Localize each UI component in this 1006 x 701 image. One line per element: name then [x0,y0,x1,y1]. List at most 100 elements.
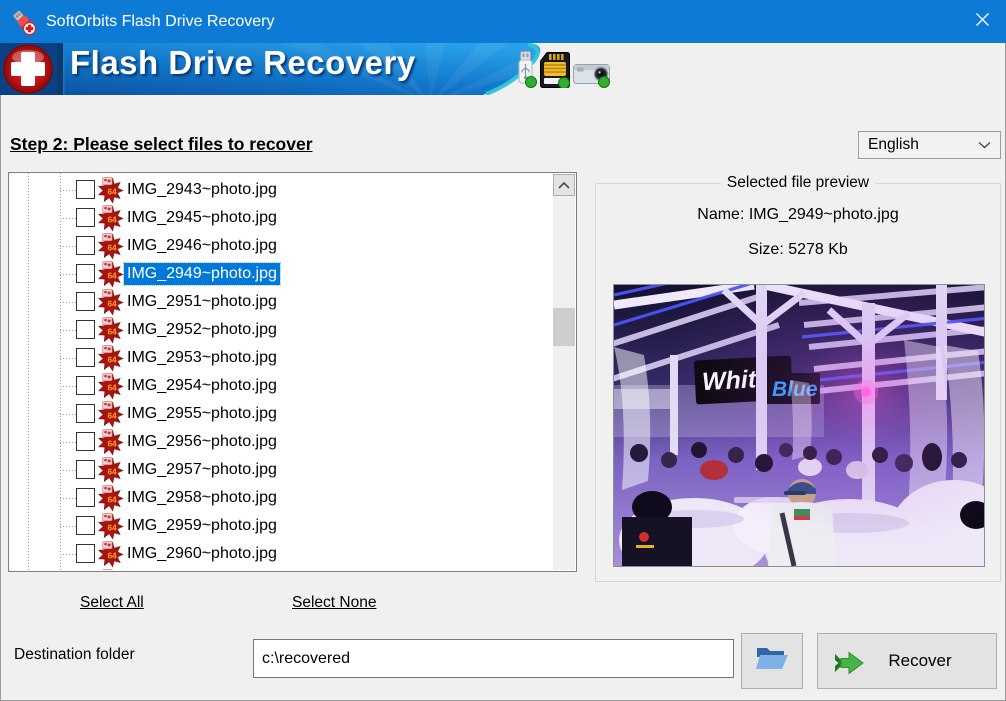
file-row[interactable]: 64 IMG_2954~photo.jpg [9,373,553,401]
svg-text:64: 64 [107,326,117,336]
file-name: IMG_2955~photo.jpg [124,403,280,425]
vertical-scrollbar[interactable] [553,174,575,570]
file-name: IMG_2956~photo.jpg [124,431,280,453]
jpg-file-icon: 64 [97,205,124,232]
file-row-partial[interactable]: 64 [9,569,553,570]
svg-text:64: 64 [107,550,117,560]
file-row[interactable]: 64 IMG_2946~photo.jpg [9,233,553,261]
file-name: IMG_2954~photo.jpg [124,375,280,397]
file-checkbox[interactable] [76,460,95,479]
file-row[interactable]: 64 IMG_2949~photo.jpg [9,261,553,289]
window-title: SoftOrbits Flash Drive Recovery [46,13,275,31]
tree-connector [60,498,77,499]
file-row[interactable]: 64 IMG_2953~photo.jpg [9,345,553,373]
file-name: IMG_2953~photo.jpg [124,347,280,369]
jpg-file-icon: 64 [97,317,124,344]
destination-folder-input[interactable] [253,639,734,678]
file-row[interactable]: 64 IMG_2945~photo.jpg [9,205,553,233]
svg-text:64: 64 [107,354,117,364]
file-name: IMG_2949~photo.jpg [124,263,280,285]
file-checkbox[interactable] [76,208,95,227]
jpg-file-icon: 64 [97,485,124,512]
file-row[interactable]: 64 IMG_2959~photo.jpg [9,513,553,541]
close-icon [975,12,990,32]
file-name: IMG_2959~photo.jpg [124,515,280,537]
file-row[interactable]: 64 IMG_2960~photo.jpg [9,541,553,569]
file-checkbox[interactable] [76,516,95,535]
jpg-file-icon: 64 [97,233,124,260]
usb-drive-app-icon [10,8,38,36]
file-name: IMG_2945~photo.jpg [124,207,280,229]
language-selected-value: English [868,136,978,154]
file-checkbox[interactable] [76,180,95,199]
tree-connector [60,218,77,219]
file-checkbox[interactable] [76,432,95,451]
file-tree-list[interactable]: 64 IMG_2943~photo.jpg 64 IMG_2945~ [8,172,577,572]
tree-connector [60,386,77,387]
camera-icon [573,60,611,93]
jpg-file-icon: 64 [97,401,124,428]
tree-connector [60,358,77,359]
scroll-up-button[interactable] [553,174,575,196]
file-name: IMG_2960~photo.jpg [124,543,280,565]
recover-arrow-icon [832,650,864,681]
usb-stick-icon [514,51,537,93]
step-heading: Step 2: Please select files to recover [10,134,313,155]
file-row[interactable]: 64 IMG_2955~photo.jpg [9,401,553,429]
tree-connector [60,190,77,191]
close-button[interactable] [958,0,1006,43]
file-row[interactable]: 64 IMG_2952~photo.jpg [9,317,553,345]
preview-group-title: Selected file preview [721,174,875,192]
file-checkbox[interactable] [76,404,95,423]
svg-text:64: 64 [107,410,117,420]
svg-text:64: 64 [107,382,117,392]
file-checkbox[interactable] [76,544,95,563]
file-checkbox[interactable] [76,292,95,311]
jpg-file-icon: 64 [97,457,124,484]
file-checkbox[interactable] [76,376,95,395]
file-row[interactable]: 64 IMG_2958~photo.jpg [9,485,553,513]
file-row[interactable]: 64 IMG_2951~photo.jpg [9,289,553,317]
select-none-link[interactable]: Select None [292,594,376,612]
title-bar[interactable]: SoftOrbits Flash Drive Recovery [0,0,1006,43]
file-row[interactable]: 64 IMG_2956~photo.jpg [9,429,553,457]
svg-text:64: 64 [107,298,117,308]
file-name: IMG_2958~photo.jpg [124,487,280,509]
file-checkbox[interactable] [76,236,95,255]
preview-photo: White Blue [613,284,985,567]
chevron-down-icon [978,141,991,149]
preview-file-name: Name: IMG_2949~photo.jpg [596,206,1000,224]
browse-folder-button[interactable] [741,633,803,689]
destination-folder-label: Destination folder [14,646,135,664]
select-all-link[interactable]: Select All [80,594,144,612]
tree-connector [60,554,77,555]
open-folder-icon [755,646,789,677]
scrollbar-thumb[interactable] [553,308,575,346]
file-name: IMG_2957~photo.jpg [124,459,280,481]
banner-app-name: Flash Drive Recovery [70,44,416,82]
preview-groupbox: Selected file preview Name: IMG_2949~pho… [595,183,1001,582]
jpg-file-icon: 64 [97,345,124,372]
tree-connector [60,414,77,415]
app-banner: Flash Drive Recovery [0,43,1006,95]
file-name: IMG_2951~photo.jpg [124,291,280,313]
tree-connector [60,330,77,331]
tree-connector [60,442,77,443]
svg-text:64: 64 [107,242,117,252]
tree-connector [60,470,77,471]
file-checkbox[interactable] [76,488,95,507]
file-row[interactable]: 64 IMG_2943~photo.jpg [9,177,553,205]
svg-text:64: 64 [107,438,117,448]
jpg-file-icon: 64 [97,261,124,288]
svg-text:64: 64 [107,494,117,504]
file-checkbox[interactable] [76,264,95,283]
language-dropdown[interactable]: English [858,131,1001,159]
file-checkbox[interactable] [76,320,95,339]
recover-button[interactable]: Recover [817,633,997,689]
jpg-file-icon: 64 [97,513,124,540]
file-row[interactable]: 64 IMG_2957~photo.jpg [9,457,553,485]
svg-text:64: 64 [107,466,117,476]
file-checkbox[interactable] [76,348,95,367]
jpg-file-icon: 64 [97,373,124,400]
svg-text:64: 64 [107,186,117,196]
